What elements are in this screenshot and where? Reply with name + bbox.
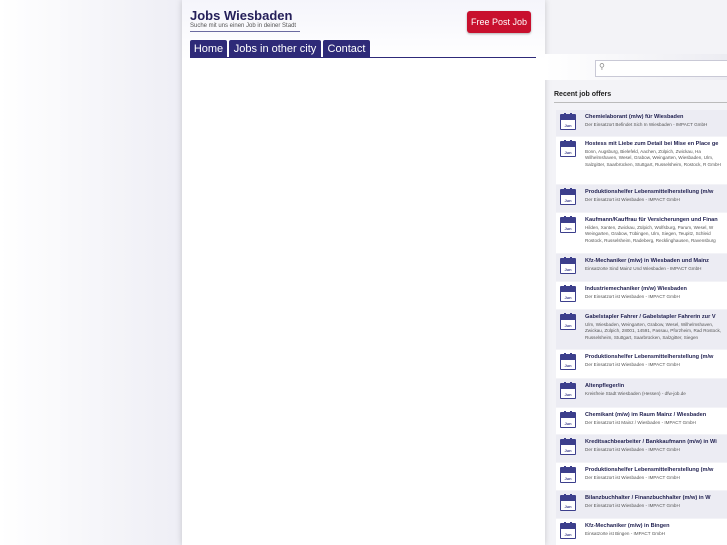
job-description: Der Einsatzort ist Mainz / Wiesbaden - I… xyxy=(585,420,696,425)
calendar-icon: Jun xyxy=(560,313,576,330)
job-month: Jun xyxy=(564,226,572,231)
job-title-link[interactable]: Gabelstapler Fahrer / Gabelstapler Fahre… xyxy=(585,314,716,320)
job-month: Jun xyxy=(564,123,572,128)
job-title-link[interactable]: Produktionshelfer Lebensmittelherstellun… xyxy=(585,354,713,360)
job-description: Der Einsatzort ist Wiesbaden - IMPACT Gm… xyxy=(585,294,680,299)
job-description: Hilden, Xanten, Zwickau, Zülpich, Wolfsb… xyxy=(585,225,716,243)
nav-tab-home[interactable]: Home xyxy=(190,40,227,57)
job-month: Jun xyxy=(564,295,572,300)
recent-jobs-divider xyxy=(554,102,727,103)
job-listing[interactable]: Jun Produktionshelfer Lebensmittelherstel… xyxy=(556,185,727,212)
job-month: Jun xyxy=(564,392,572,397)
site-title[interactable]: Jobs Wiesbaden xyxy=(190,8,292,23)
job-title-link[interactable]: Industriemechaniker (m/w) Wiesbaden xyxy=(585,286,687,292)
job-title-link[interactable]: Kfz-Mechaniker (m/w) in Bingen xyxy=(585,523,670,529)
calendar-icon: Jun xyxy=(560,522,576,539)
job-month: Jun xyxy=(564,323,572,328)
job-title-link[interactable]: Chemielaborant (m/w) für Wiesbaden xyxy=(585,114,683,120)
job-listing[interactable]: Jun Industriemechaniker (m/w) Wiesbaden De… xyxy=(556,282,727,309)
search-input[interactable]: ⚲ xyxy=(595,60,727,77)
job-title-link[interactable]: Kaufmann/Kauffrau für Versicherungen und… xyxy=(585,217,718,223)
job-description: Der Einsatzort ist Wiesbaden - IMPACT Gm… xyxy=(585,447,680,452)
job-description: Ulm, Wiesbaden, Weingarten, Grabow, Wese… xyxy=(585,322,722,340)
job-title-link[interactable]: Hostess mit Liebe zum Detail bei Mise en… xyxy=(585,141,718,147)
job-description: Der Einsatzort ist Wiesbaden - IMPACT Gm… xyxy=(585,503,680,508)
calendar-icon: Jun xyxy=(560,216,576,233)
job-description: Bonn, Augsburg, Bielefeld, Aachen, Zülpi… xyxy=(585,149,721,167)
job-month: Jun xyxy=(564,267,572,272)
job-month: Jun xyxy=(564,448,572,453)
calendar-icon: Jun xyxy=(560,285,576,302)
job-month: Jun xyxy=(564,504,572,509)
site-subtitle: Suche mit uns einen Job in deiner Stadt xyxy=(190,23,297,29)
calendar-icon: Jun xyxy=(560,257,576,274)
job-listing[interactable]: Jun Chemielaborant (m/w) für Wiesbaden Der… xyxy=(556,110,727,136)
job-month: Jun xyxy=(564,198,572,203)
job-month: Jun xyxy=(564,476,572,481)
job-listing[interactable]: Jun Hostess mit Liebe zum Detail bei Mise… xyxy=(556,137,727,184)
calendar-icon: Jun xyxy=(560,113,576,130)
job-listing[interactable]: Jun Produktionshelfer Lebensmittelherstel… xyxy=(556,350,727,378)
recent-jobs-heading: Recent job offers xyxy=(554,91,612,98)
calendar-icon: Jun xyxy=(560,382,576,399)
nav-underline xyxy=(190,57,536,58)
job-description: Der Einsatzort ist Wiesbaden - IMPACT Gm… xyxy=(585,475,680,480)
job-description: Kreisfreie Stadt Wiesbaden (Hessen) - df… xyxy=(585,391,686,396)
page-background-left xyxy=(0,0,182,545)
job-description: Einsatzorte ist Bingen - IMPACT GmbH xyxy=(585,531,665,536)
job-title-link[interactable]: Bilanzbuchhalter / Finanzbuchhalter (m/w… xyxy=(585,495,711,501)
free-post-job-button[interactable]: Free Post Job xyxy=(467,11,531,33)
nav-tab-contact[interactable]: Contact xyxy=(323,40,370,57)
job-month: Jun xyxy=(564,150,572,155)
job-title-link[interactable]: Produktionshelfer Lebensmittelherstellun… xyxy=(585,467,713,473)
job-month: Jun xyxy=(564,421,572,426)
job-listing[interactable]: Jun Bilanzbuchhalter / Finanzbuchhalter (… xyxy=(556,491,727,518)
main-column: Jobs Wiesbaden Suche mit uns einen Job i… xyxy=(182,0,545,545)
job-title-link[interactable]: Kfz-Mechaniker (m/w) in Wiesbaden und Ma… xyxy=(585,258,709,264)
search-icon: ⚲ xyxy=(599,62,605,71)
calendar-icon: Jun xyxy=(560,466,576,483)
job-title-link[interactable]: Chemikant (m/w) im Raum Mainz / Wiesbade… xyxy=(585,412,706,418)
job-month: Jun xyxy=(564,532,572,537)
job-listing[interactable]: Jun Kreditsachbearbeiter / Bankkaufmann (… xyxy=(556,435,727,462)
job-listing[interactable]: Jun Chemikant (m/w) im Raum Mainz / Wiesb… xyxy=(556,408,727,434)
job-title-link[interactable]: Altenpfleger/in xyxy=(585,383,624,389)
calendar-icon: Jun xyxy=(560,438,576,455)
calendar-icon: Jun xyxy=(560,494,576,511)
title-underline xyxy=(190,31,300,32)
job-title-link[interactable]: Produktionshelfer Lebensmittelherstellun… xyxy=(585,189,713,195)
job-description: Der Einsatzort Befindet Sich In Wiesbade… xyxy=(585,122,708,127)
calendar-icon: Jun xyxy=(560,140,576,157)
calendar-icon: Jun xyxy=(560,188,576,205)
calendar-icon: Jun xyxy=(560,353,576,370)
job-month: Jun xyxy=(564,363,572,368)
job-listing[interactable]: Jun Kfz-Mechaniker (m/w) in Wiesbaden und… xyxy=(556,254,727,281)
job-listing[interactable]: Jun Kaufmann/Kauffrau für Versicherungen … xyxy=(556,213,727,253)
job-listing[interactable]: Jun Kfz-Mechaniker (m/w) in Bingen Einsatz… xyxy=(556,519,727,545)
job-description: Der Einsatzort ist Wiesbaden - IMPACT Gm… xyxy=(585,362,680,367)
job-title-link[interactable]: Kreditsachbearbeiter / Bankkaufmann (m/w… xyxy=(585,439,717,445)
calendar-icon: Jun xyxy=(560,411,576,428)
job-description: Der Einsatzort ist Wiesbaden - IMPACT Gm… xyxy=(585,197,680,202)
nav-tab-jobs-other-city[interactable]: Jobs in other city xyxy=(229,40,321,57)
job-listing[interactable]: Jun Gabelstapler Fahrer / Gabelstapler Fa… xyxy=(556,310,727,349)
job-listing[interactable]: Jun Produktionshelfer Lebensmittelherstel… xyxy=(556,463,727,490)
job-description: Einsatzorte Sind Mainz Und Wiesbaden - I… xyxy=(585,266,702,271)
job-listing[interactable]: Jun Altenpfleger/in Kreisfreie Stadt Wiesb… xyxy=(556,379,727,407)
